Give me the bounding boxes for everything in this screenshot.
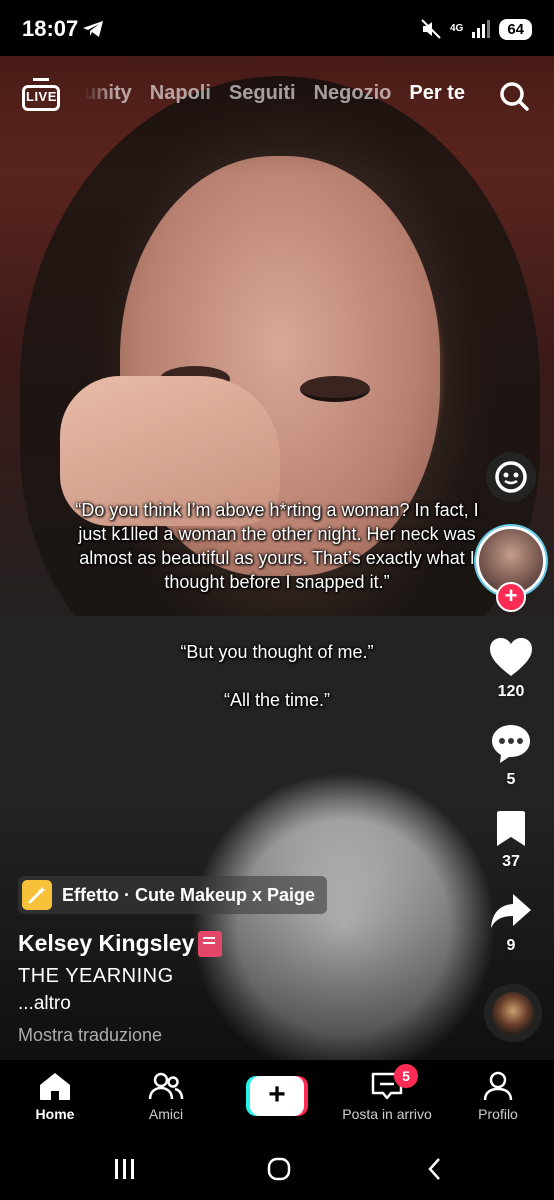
author-name-text: Kelsey Kingsley xyxy=(18,930,195,956)
share-count: 9 xyxy=(506,937,516,954)
post-caption: THE YEARNING xyxy=(18,965,174,987)
tab-community[interactable]: unity xyxy=(84,82,132,112)
more-link[interactable]: ...altro xyxy=(18,993,71,1015)
tab-per-te[interactable]: Per te xyxy=(409,82,465,112)
recent-apps-icon[interactable] xyxy=(112,1156,138,1182)
tab-profile[interactable]: Profilo xyxy=(443,1070,553,1122)
follow-plus-button[interactable]: + xyxy=(496,582,526,612)
home-button-icon[interactable] xyxy=(266,1156,292,1182)
effect-sparkle-icon xyxy=(22,880,52,910)
subtitle-quote-2: “But you thought of me.” xyxy=(180,642,374,662)
tab-friends[interactable]: Amici xyxy=(111,1070,221,1122)
profile-icon xyxy=(483,1071,513,1101)
tab-seguiti[interactable]: Seguiti xyxy=(229,82,296,112)
back-icon[interactable] xyxy=(422,1156,448,1182)
tab-inbox-label: Posta in arrivo xyxy=(342,1106,432,1122)
subtitle-quote-1: “Do you think I’m above h*rting a woman?… xyxy=(75,500,479,592)
share-button[interactable]: 9 xyxy=(486,892,536,955)
tab-napoli[interactable]: Napoli xyxy=(150,82,211,112)
emoji-reaction-button[interactable] xyxy=(486,452,536,502)
smiley-icon xyxy=(495,461,527,493)
comment-count: 5 xyxy=(506,771,516,788)
like-count: 120 xyxy=(497,683,525,700)
status-time: 18:07 xyxy=(22,16,79,41)
like-button[interactable]: 120 xyxy=(486,636,536,701)
network-type: 4G xyxy=(449,23,464,34)
tab-negozio[interactable]: Negozio xyxy=(314,82,392,112)
share-arrow-icon xyxy=(491,894,531,928)
subtitle-quote-3: “All the time.” xyxy=(223,690,331,710)
telegram-icon xyxy=(83,21,103,37)
tab-inbox[interactable]: Posta in arrivo xyxy=(332,1070,442,1122)
plus-icon: + xyxy=(250,1076,304,1116)
author-name[interactable]: Kelsey Kingsley xyxy=(18,930,223,957)
search-icon[interactable] xyxy=(498,80,530,112)
tab-friends-label: Amici xyxy=(148,1106,184,1122)
home-icon xyxy=(40,1073,70,1100)
comment-icon xyxy=(492,725,530,763)
feed-tabs: unity Napoli Seguiti Negozio Per te xyxy=(84,82,476,112)
battery-icon: 64 xyxy=(499,18,532,40)
tab-home-label: Home xyxy=(35,1106,75,1122)
mute-icon xyxy=(421,19,441,39)
effect-tag[interactable]: Effetto · Cute Makeup x Paige xyxy=(18,876,328,914)
bottom-tab-bar: Home Amici + Posta in arrivo 5 Profilo xyxy=(0,1060,554,1142)
signal-icon xyxy=(472,20,491,38)
book-icon xyxy=(198,930,223,957)
bookmark-count: 37 xyxy=(502,853,520,870)
effect-label: Effetto · Cute Makeup x Paige xyxy=(62,884,316,905)
status-bar: 18:07 4G 64 xyxy=(0,0,554,56)
show-translation-link[interactable]: Mostra traduzione xyxy=(18,1025,162,1046)
top-nav: LIVE unity Napoli Seguiti Negozio Per te xyxy=(0,74,554,124)
music-disc-icon[interactable] xyxy=(484,984,542,1042)
system-nav-bar xyxy=(0,1142,554,1200)
tab-profile-label: Profilo xyxy=(478,1106,518,1122)
bookmark-icon xyxy=(497,811,525,846)
live-button[interactable]: LIVE xyxy=(22,78,60,112)
inbox-badge: 5 xyxy=(394,1064,418,1088)
friends-icon xyxy=(148,1072,184,1100)
bookmark-button[interactable]: 37 xyxy=(486,810,536,871)
eye-shape xyxy=(300,376,370,402)
heart-icon xyxy=(490,638,532,676)
tab-home[interactable]: Home xyxy=(0,1070,110,1122)
comment-button[interactable]: 5 xyxy=(486,722,536,789)
live-label: LIVE xyxy=(26,89,57,104)
create-button[interactable]: + xyxy=(246,1076,308,1116)
